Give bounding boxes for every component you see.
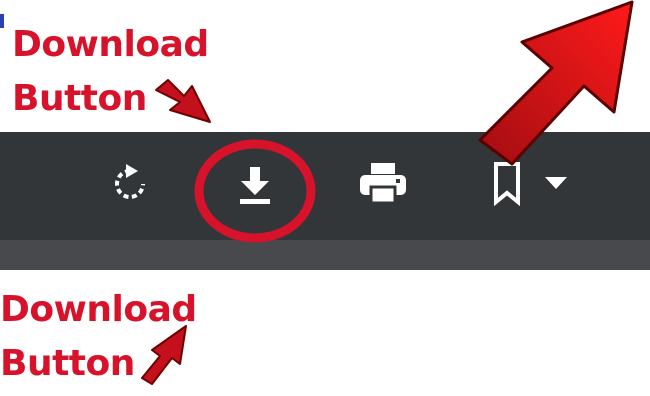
corner-mark [0,14,4,28]
toolbar-bottom-strip [0,240,650,270]
print-button[interactable] [352,156,414,212]
download-icon [240,167,270,204]
print-icon [360,163,406,205]
annotation-bottom-button: Button [0,343,135,384]
bookmark-icon [494,162,520,206]
annotation-arrow-top-small [155,79,211,123]
annotation-top-download: Download [12,24,209,65]
annotation-bottom-download: Download [0,289,197,330]
download-button[interactable] [222,152,288,218]
rotate-button[interactable] [102,156,158,212]
bookmark-button[interactable] [482,152,576,214]
caret-down-icon [545,177,567,189]
annotation-top-button: Button [12,78,147,119]
rotate-icon [115,164,145,199]
